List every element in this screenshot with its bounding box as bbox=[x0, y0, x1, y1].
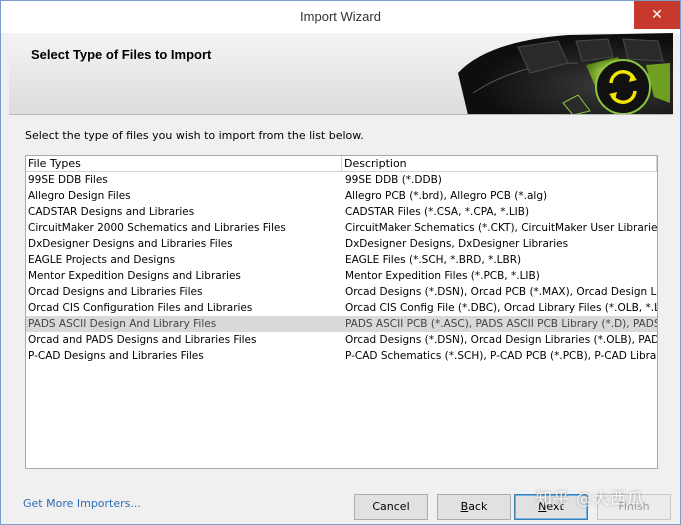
list-item[interactable]: 99SE DDB Files 99SE DDB (*.DDB) bbox=[26, 172, 657, 188]
close-button[interactable]: ✕ bbox=[634, 1, 680, 29]
list-header: File Types Description bbox=[26, 156, 657, 172]
description-cell: 99SE DDB (*.DDB) bbox=[345, 174, 442, 186]
title-bar: Import Wizard ✕ bbox=[1, 1, 680, 33]
description-cell: Orcad Designs (*.DSN), Orcad PCB (*.MAX)… bbox=[345, 286, 657, 298]
list-item[interactable]: PADS ASCII Design And Library Files PADS … bbox=[26, 316, 657, 332]
file-type-cell: CADSTAR Designs and Libraries bbox=[28, 206, 195, 218]
file-type-cell: P-CAD Designs and Libraries Files bbox=[28, 350, 204, 362]
description-cell: EAGLE Files (*.SCH, *.BRD, *.LBR) bbox=[345, 254, 522, 266]
watermark: 知乎 @大西瓜 bbox=[536, 489, 645, 508]
file-type-cell: Orcad CIS Configuration Files and Librar… bbox=[28, 302, 253, 314]
window-title: Import Wizard bbox=[300, 9, 381, 24]
column-header-description[interactable]: Description bbox=[342, 156, 657, 171]
file-type-cell: DxDesigner Designs and Libraries Files bbox=[28, 238, 233, 250]
back-label: ack bbox=[468, 500, 488, 513]
description-cell: Allegro PCB (*.brd), Allegro PCB (*.alg) bbox=[345, 190, 548, 202]
wizard-content: Select the type of files you wish to imp… bbox=[9, 115, 673, 485]
description-cell: CircuitMaker Schematics (*.CKT), Circuit… bbox=[345, 222, 657, 234]
description-cell: PADS ASCII PCB (*.ASC), PADS ASCII PCB L… bbox=[345, 318, 657, 330]
description-cell: CADSTAR Files (*.CSA, *.CPA, *.LIB) bbox=[345, 206, 530, 218]
file-type-cell: Allegro Design Files bbox=[28, 190, 131, 202]
column-header-file-types[interactable]: File Types bbox=[26, 156, 342, 171]
description-cell: DxDesigner Designs, DxDesigner Libraries bbox=[345, 238, 569, 250]
page-title: Select Type of Files to Import bbox=[31, 47, 212, 62]
file-type-cell: PADS ASCII Design And Library Files bbox=[28, 318, 217, 330]
list-rows: 99SE DDB Files 99SE DDB (*.DDB) Allegro D… bbox=[26, 172, 657, 364]
list-item[interactable]: P-CAD Designs and Libraries Files P-CAD S… bbox=[26, 348, 657, 364]
import-wizard-window: Import Wizard ✕ Select Type of Files to … bbox=[0, 0, 681, 525]
file-types-list[interactable]: File Types Description 99SE DDB Files 99S… bbox=[25, 155, 658, 469]
list-item[interactable]: Orcad CIS Configuration Files and Librar… bbox=[26, 300, 657, 316]
file-type-cell: Orcad and PADS Designs and Libraries Fil… bbox=[28, 334, 257, 346]
list-item[interactable]: Orcad and PADS Designs and Libraries Fil… bbox=[26, 332, 657, 348]
file-type-cell: 99SE DDB Files bbox=[28, 174, 108, 186]
description-cell: Orcad CIS Config File (*.DBC), Orcad Lib… bbox=[345, 302, 657, 314]
file-type-cell: Mentor Expedition Designs and Libraries bbox=[28, 270, 241, 282]
file-type-cell: CircuitMaker 2000 Schematics and Librari… bbox=[28, 222, 286, 234]
description-cell: P-CAD Schematics (*.SCH), P-CAD PCB (*.P… bbox=[345, 350, 657, 362]
cancel-button[interactable]: Cancel bbox=[354, 494, 428, 520]
instruction-text: Select the type of files you wish to imp… bbox=[25, 129, 364, 142]
wizard-header: Select Type of Files to Import bbox=[9, 33, 673, 115]
file-type-cell: Orcad Designs and Libraries Files bbox=[28, 286, 203, 298]
description-cell: Mentor Expedition Files (*.PCB, *.LIB) bbox=[345, 270, 540, 282]
list-item[interactable]: EAGLE Projects and Designs EAGLE Files (*… bbox=[26, 252, 657, 268]
get-more-importers-link[interactable]: Get More Importers... bbox=[23, 497, 141, 510]
list-item[interactable]: Orcad Designs and Libraries Files Orcad D… bbox=[26, 284, 657, 300]
close-icon: ✕ bbox=[651, 7, 663, 23]
refresh-icon bbox=[458, 33, 673, 114]
file-type-cell: EAGLE Projects and Designs bbox=[28, 254, 176, 266]
list-item[interactable]: CADSTAR Designs and Libraries CADSTAR Fil… bbox=[26, 204, 657, 220]
list-item[interactable]: Mentor Expedition Designs and Libraries M… bbox=[26, 268, 657, 284]
description-cell: Orcad Designs (*.DSN), Orcad Design Libr… bbox=[345, 334, 657, 346]
list-item[interactable]: CircuitMaker 2000 Schematics and Librari… bbox=[26, 220, 657, 236]
list-item[interactable]: Allegro Design Files Allegro PCB (*.brd),… bbox=[26, 188, 657, 204]
list-item[interactable]: DxDesigner Designs and Libraries Files Dx… bbox=[26, 236, 657, 252]
back-button[interactable]: Back bbox=[437, 494, 511, 520]
